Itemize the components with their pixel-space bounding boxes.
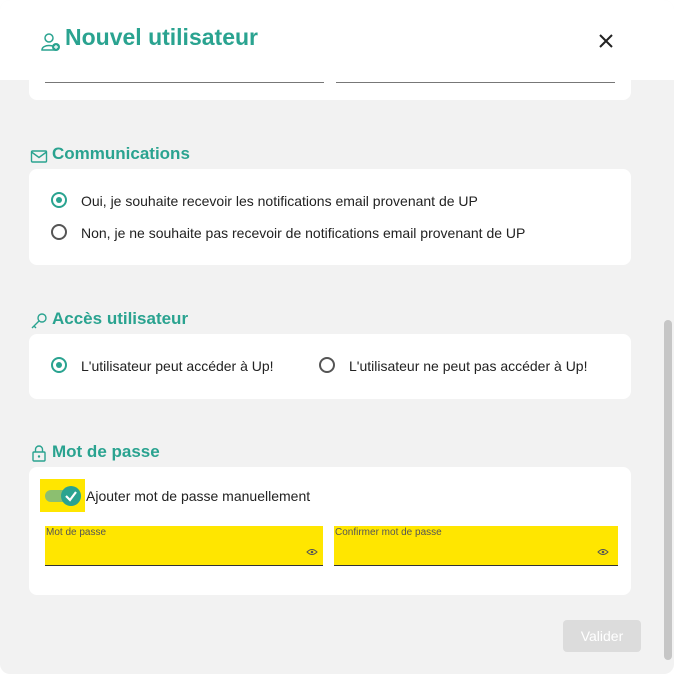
- eye-icon[interactable]: [597, 548, 609, 556]
- radio-notifications-yes[interactable]: [51, 192, 67, 208]
- user-add-icon: [41, 33, 60, 51]
- dialog-title: Nouvel utilisateur: [65, 24, 258, 50]
- radio-label: Oui, je souhaite recevoir les notificati…: [81, 193, 478, 209]
- section-title-password: Mot de passe: [52, 442, 160, 461]
- section-title-communications: Communications: [52, 144, 190, 163]
- check-icon: [65, 491, 77, 502]
- section-title-access: Accès utilisateur: [52, 309, 189, 328]
- access-card: L'utilisateur peut accéder à Up! L'utili…: [29, 334, 631, 399]
- toggle-label: Ajouter mot de passe manuellement: [86, 488, 311, 504]
- communications-card: Oui, je souhaite recevoir les notificati…: [29, 169, 631, 265]
- radio-access-allowed[interactable]: [51, 357, 67, 373]
- new-user-dialog: Nouvel utilisateur Communications Oui, j…: [0, 0, 674, 674]
- radio-label: L'utilisateur peut accéder à Up!: [81, 358, 274, 374]
- radio-notifications-no[interactable]: [51, 224, 67, 240]
- radio-access-denied[interactable]: [319, 357, 335, 373]
- scrollbar[interactable]: [664, 320, 672, 660]
- password-field[interactable]: Mot de passe: [45, 526, 323, 566]
- toggle-knob[interactable]: [61, 486, 81, 506]
- radio-label: L'utilisateur ne peut pas accéder à Up!: [349, 358, 588, 374]
- previous-field-underline: [45, 82, 324, 83]
- mail-icon: [30, 150, 48, 163]
- submit-button[interactable]: Valider: [563, 620, 641, 652]
- eye-icon[interactable]: [306, 548, 318, 556]
- previous-fields-card: [29, 60, 631, 100]
- confirm-password-field[interactable]: Confirmer mot de passe: [334, 526, 618, 566]
- password-field-label: Mot de passe: [46, 527, 107, 538]
- radio-label: Non, je ne souhaite pas recevoir de noti…: [81, 225, 526, 241]
- key-icon: [31, 313, 47, 329]
- confirm-password-field-label: Confirmer mot de passe: [335, 527, 442, 538]
- lock-icon: [32, 445, 46, 462]
- previous-field-underline: [336, 82, 615, 83]
- close-icon[interactable]: [594, 29, 618, 53]
